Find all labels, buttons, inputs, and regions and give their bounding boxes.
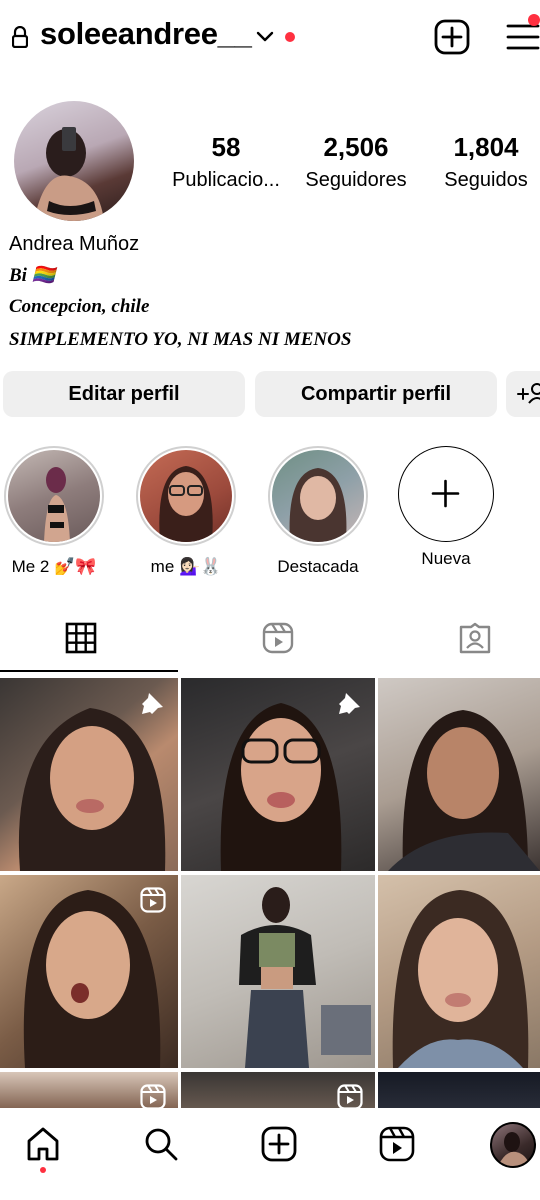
reels-icon[interactable] [262, 622, 294, 654]
home-notification-dot [40, 1167, 46, 1173]
bio-line-1: Bi 🏳️‍🌈 [9, 265, 56, 286]
stat-following-count: 1,804 [453, 132, 519, 162]
bio-line-2: Concepcion, chile [9, 296, 150, 317]
create-icon[interactable] [261, 1126, 297, 1162]
post-tile-9[interactable] [378, 1072, 540, 1112]
stat-posts[interactable]: 58 Publicacio... [156, 132, 296, 192]
pin-icon [142, 693, 163, 714]
highlight-destacada[interactable] [268, 446, 368, 546]
highlight-label-nueva: Nueva [421, 549, 471, 568]
new-highlight-button[interactable] [398, 446, 494, 542]
stat-followers-label: Seguidores [305, 169, 407, 191]
post-tile-6[interactable] [378, 875, 540, 1068]
username[interactable]: soleeandree__ [40, 16, 252, 52]
reel-icon [337, 1084, 363, 1110]
reel-icon [140, 887, 166, 913]
stat-posts-count: 58 [211, 132, 241, 162]
home-icon[interactable] [25, 1126, 61, 1162]
edit-profile-button[interactable]: Editar perfil [3, 371, 245, 417]
profile-name: Andrea Muñoz [9, 233, 140, 255]
search-icon[interactable] [143, 1126, 179, 1162]
notification-dot [285, 32, 295, 42]
stat-followers[interactable]: 2,506 Seguidores [286, 132, 426, 192]
highlight-me2[interactable] [4, 446, 104, 546]
highlight-me[interactable] [136, 446, 236, 546]
highlight-label-me: me 💁🏻‍♀️🐰 [150, 557, 222, 576]
post-tile-5[interactable] [181, 875, 375, 1068]
profile-avatar[interactable] [490, 1122, 536, 1168]
stat-following-label: Seguidos [444, 169, 528, 191]
highlight-label-destacada: Destacada [277, 557, 359, 576]
stat-following[interactable]: 1,804 Seguidos [416, 132, 540, 192]
reels-icon[interactable] [379, 1126, 415, 1162]
stat-posts-label: Publicacio... [172, 169, 280, 191]
active-tab-indicator [0, 670, 178, 672]
menu-notification-dot [528, 14, 540, 26]
share-profile-button[interactable]: Compartir perfil [255, 371, 497, 417]
grid-icon[interactable] [65, 622, 97, 654]
tagged-icon[interactable] [459, 622, 491, 654]
new-post-icon[interactable] [434, 19, 470, 55]
plus-icon [431, 479, 460, 508]
stat-followers-count: 2,506 [323, 132, 389, 162]
reel-icon [140, 1084, 166, 1110]
bio-line-3: SIMPLEMENTO YO, NI MAS NI MENOS [9, 329, 352, 350]
pin-icon [339, 693, 360, 714]
highlight-label-me2: Me 2 💅🎀 [11, 557, 97, 576]
post-tile-3[interactable] [378, 678, 540, 871]
chevron-down-icon[interactable] [256, 30, 274, 44]
discover-people-button[interactable] [506, 371, 540, 417]
lock-icon [12, 26, 28, 48]
add-person-icon [517, 383, 540, 404]
profile-avatar[interactable] [14, 101, 134, 221]
